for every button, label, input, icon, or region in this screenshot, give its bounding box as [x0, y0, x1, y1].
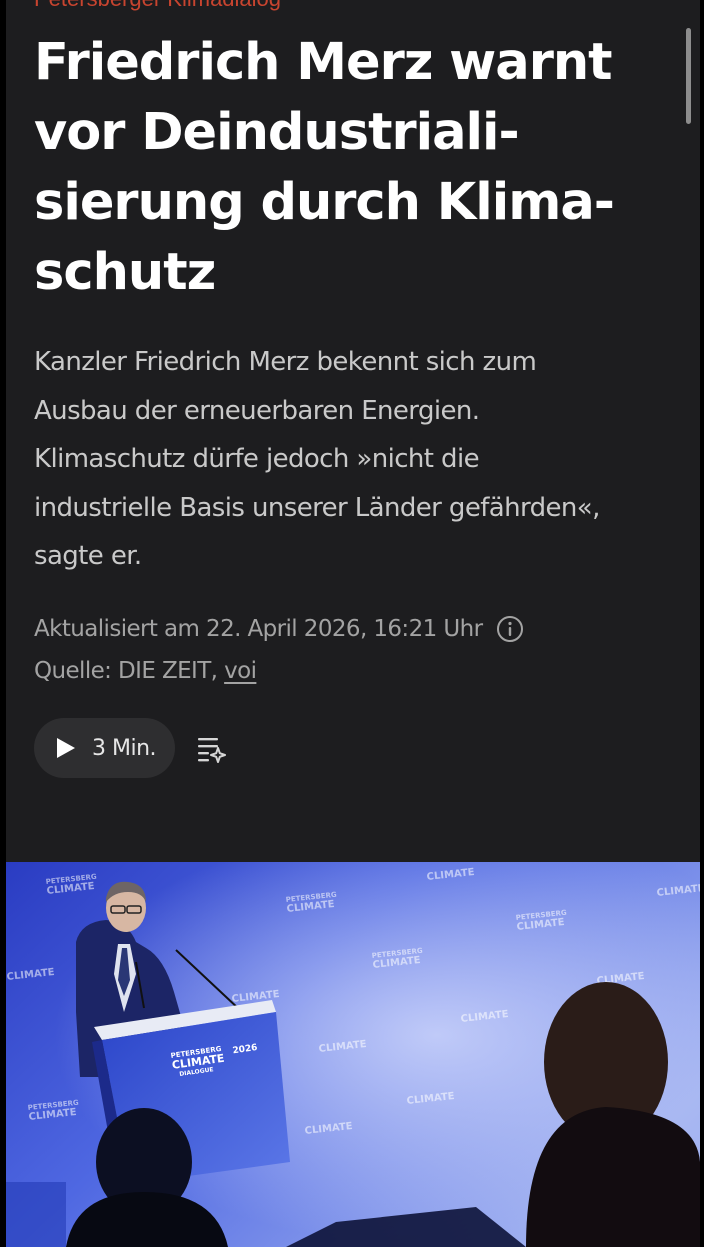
- updated-timestamp: Aktualisiert am 22. April 2026, 16:21 Uh…: [34, 616, 483, 642]
- source-line: Quelle: DIE ZEIT, voi: [34, 650, 524, 692]
- article-lead: Kanzler Friedrich Merz bekennt sich zum …: [34, 338, 684, 581]
- article-photo[interactable]: PETERSBERG CLIMATE PETERSBERG CLIMATE CL…: [6, 862, 700, 1247]
- source-label: Quelle: DIE ZEIT,: [34, 658, 225, 684]
- article-headline: Friedrich Merz warnt vor Deindustriali- …: [34, 28, 674, 308]
- photo-illustration: PETERSBERG CLIMATE PETERSBERG CLIMATE CL…: [6, 862, 700, 1247]
- lead-line: Klimaschutz dürfe jedoch »nicht die: [34, 444, 480, 474]
- author-link[interactable]: voi: [224, 650, 257, 692]
- lead-line: industrielle Basis unserer Länder gefähr…: [34, 492, 600, 523]
- info-circle-icon[interactable]: [496, 615, 524, 643]
- headline-line: vor Deindustriali-: [34, 103, 520, 162]
- audio-duration: 3 Min.: [92, 735, 157, 761]
- play-icon: [56, 737, 76, 759]
- article-meta: Aktualisiert am 22. April 2026, 16:21 Uh…: [34, 608, 524, 692]
- headline-line: schutz: [34, 243, 216, 302]
- lead-line: Ausbau der erneuerbaren Energien.: [34, 395, 480, 426]
- article-header: Petersberger Klimadialog Friedrich Merz …: [6, 0, 700, 862]
- headline-line: Friedrich Merz warnt: [34, 33, 613, 92]
- article-kicker[interactable]: Petersberger Klimadialog: [34, 0, 281, 12]
- scrollbar-thumb[interactable]: [686, 28, 691, 124]
- app-screen: Petersberger Klimadialog Friedrich Merz …: [0, 0, 704, 1247]
- audio-play-button[interactable]: 3 Min.: [34, 718, 175, 778]
- text-summary-sparkle-icon[interactable]: [196, 733, 228, 765]
- updated-line: Aktualisiert am 22. April 2026, 16:21 Uh…: [34, 608, 524, 650]
- lead-line: Kanzler Friedrich Merz bekennt sich zum: [34, 347, 537, 377]
- headline-line: sierung durch Klima-: [34, 173, 615, 232]
- lead-line: sagte er.: [34, 541, 142, 571]
